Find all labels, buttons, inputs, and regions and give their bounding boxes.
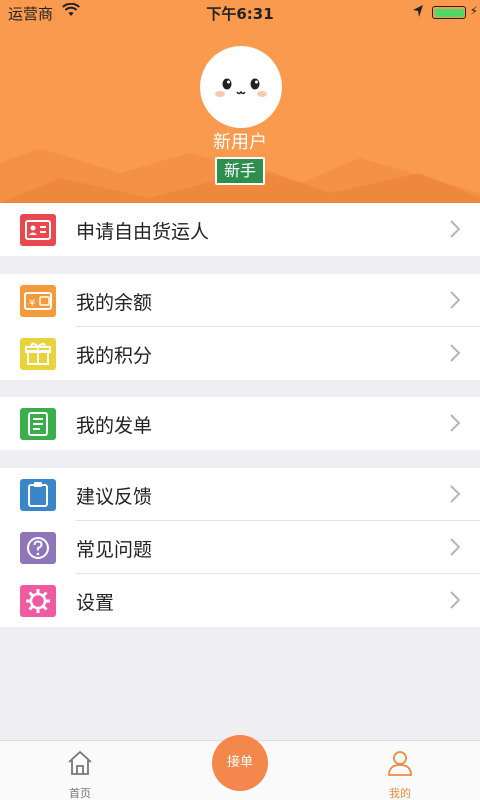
battery-icon bbox=[432, 6, 466, 19]
menu-group-account: ¥ 我的余额 我的积分 bbox=[0, 274, 480, 380]
chevron-right-icon bbox=[450, 485, 460, 503]
menu-item-balance[interactable]: ¥ 我的余额 bbox=[0, 274, 480, 327]
id-card-icon bbox=[20, 214, 56, 246]
menu-item-label: 申请自由货运人 bbox=[76, 221, 210, 243]
username: 新用户 bbox=[213, 132, 267, 153]
user-icon bbox=[388, 751, 412, 776]
tab-mine[interactable]: 我的 bbox=[370, 741, 430, 800]
menu-item-label: 我的余额 bbox=[76, 292, 153, 314]
status-bar: 运营商 下午6:31 ⚡ bbox=[0, 0, 480, 24]
clock: 下午6:31 bbox=[206, 5, 274, 23]
menu-item-faq[interactable]: 常见问题 bbox=[0, 521, 480, 574]
menu-item-label: 我的发单 bbox=[76, 415, 153, 437]
notebook-icon bbox=[20, 408, 56, 440]
menu-item-label: 建议反馈 bbox=[76, 486, 153, 508]
menu-item-settings[interactable]: 设置 bbox=[0, 574, 480, 627]
menu-group-apply: 申请自由货运人 bbox=[0, 203, 480, 256]
gift-icon bbox=[20, 338, 56, 370]
chevron-right-icon bbox=[450, 344, 460, 362]
tab-home-label: 首页 bbox=[69, 787, 91, 800]
location-arrow-icon bbox=[412, 4, 424, 18]
menu-group-support: 建议反馈 常见问题 设置 bbox=[0, 468, 480, 627]
menu-item-points[interactable]: 我的积分 bbox=[0, 327, 480, 380]
chevron-right-icon bbox=[450, 291, 460, 309]
accept-order-button[interactable]: 接单 bbox=[212, 735, 268, 791]
clipboard-icon bbox=[20, 479, 56, 511]
smiley-face-icon bbox=[215, 78, 267, 97]
profile-header: 新用户 新手 bbox=[0, 24, 480, 203]
chevron-right-icon bbox=[450, 538, 460, 556]
tab-bar: 首页 接单 我的 bbox=[0, 735, 480, 800]
menu-group-orders: 我的发单 bbox=[0, 397, 480, 450]
tab-home[interactable]: 首页 bbox=[50, 741, 110, 800]
menu-item-label: 常见问题 bbox=[76, 539, 153, 561]
avatar[interactable] bbox=[200, 46, 282, 128]
charging-icon: ⚡ bbox=[469, 4, 478, 18]
menu-item-apply-freight[interactable]: 申请自由货运人 bbox=[0, 203, 480, 256]
home-icon bbox=[68, 750, 92, 775]
tab-mine-label: 我的 bbox=[389, 787, 411, 800]
level-badge: 新手 bbox=[215, 157, 265, 185]
menu-item-label: 我的积分 bbox=[76, 345, 153, 367]
chevron-right-icon bbox=[450, 591, 460, 609]
wallet-icon: ¥ bbox=[20, 285, 56, 317]
svg-text:¥: ¥ bbox=[29, 298, 35, 309]
chevron-right-icon bbox=[450, 220, 460, 238]
menu-item-label: 设置 bbox=[76, 592, 115, 614]
question-icon bbox=[20, 532, 56, 564]
gear-icon bbox=[20, 585, 56, 617]
menu-item-my-orders[interactable]: 我的发单 bbox=[0, 397, 480, 450]
chevron-right-icon bbox=[450, 414, 460, 432]
menu-item-feedback[interactable]: 建议反馈 bbox=[0, 468, 480, 521]
